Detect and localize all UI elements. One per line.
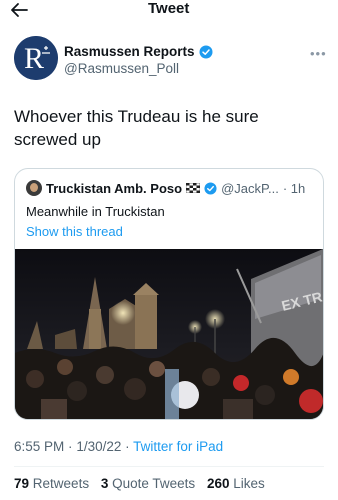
- quote-tweets-label[interactable]: Quote Tweets: [112, 476, 195, 491]
- quoted-avatar: [26, 180, 42, 196]
- svg-text:R: R: [24, 42, 44, 75]
- author-handle[interactable]: @Rasmussen_Poll: [64, 61, 179, 76]
- retweets-label[interactable]: Retweets: [33, 476, 89, 491]
- quoted-time: · 1h: [282, 180, 306, 196]
- quoted-author-name: Truckistan Amb. Poso: [46, 180, 183, 196]
- quoted-tweet[interactable]: Truckistan Amb. Poso @JackP... · 1h Mean…: [14, 168, 324, 420]
- tweet-text: Whoever this Trudeau is he sure screwed …: [14, 107, 259, 149]
- avatar[interactable]: R: [14, 36, 58, 80]
- retweets-count[interactable]: 79: [14, 476, 29, 491]
- verified-badge-icon: [204, 181, 217, 195]
- quoted-author-handle: @JackP...: [221, 180, 279, 196]
- checkered-flag-icon: [186, 183, 201, 193]
- top-bar: Tweet: [0, 0, 338, 26]
- quoted-text: Meanwhile in Truckistan: [26, 204, 165, 219]
- separator: ·: [125, 439, 130, 454]
- page-title: Tweet: [148, 0, 190, 17]
- likes-count[interactable]: 260: [207, 476, 230, 491]
- separator: ·: [68, 439, 73, 454]
- divider: [14, 466, 324, 467]
- quoted-video-thumbnail[interactable]: EX TR: [15, 249, 323, 419]
- tweet-author: R Rasmussen Reports @Rasmussen_Poll •••: [14, 36, 327, 86]
- show-thread-link[interactable]: Show this thread: [26, 224, 123, 239]
- more-options-icon[interactable]: •••: [310, 46, 327, 61]
- tweet-stats: 79 Retweets 3 Quote Tweets 260 Likes: [14, 476, 265, 491]
- verified-badge-icon: [199, 45, 213, 58]
- quote-tweets-count[interactable]: 3: [101, 476, 109, 491]
- author-name[interactable]: Rasmussen Reports: [64, 44, 195, 59]
- likes-label[interactable]: Likes: [233, 476, 265, 491]
- tweet-timestamp: 6:55 PM · 1/30/22 · Twitter for iPad: [14, 439, 223, 454]
- tweet-source-link[interactable]: Twitter for iPad: [133, 439, 223, 454]
- tweet-date: 1/30/22: [76, 439, 122, 454]
- arrow-left-icon[interactable]: [8, 0, 30, 20]
- tweet-time: 6:55 PM: [14, 439, 65, 454]
